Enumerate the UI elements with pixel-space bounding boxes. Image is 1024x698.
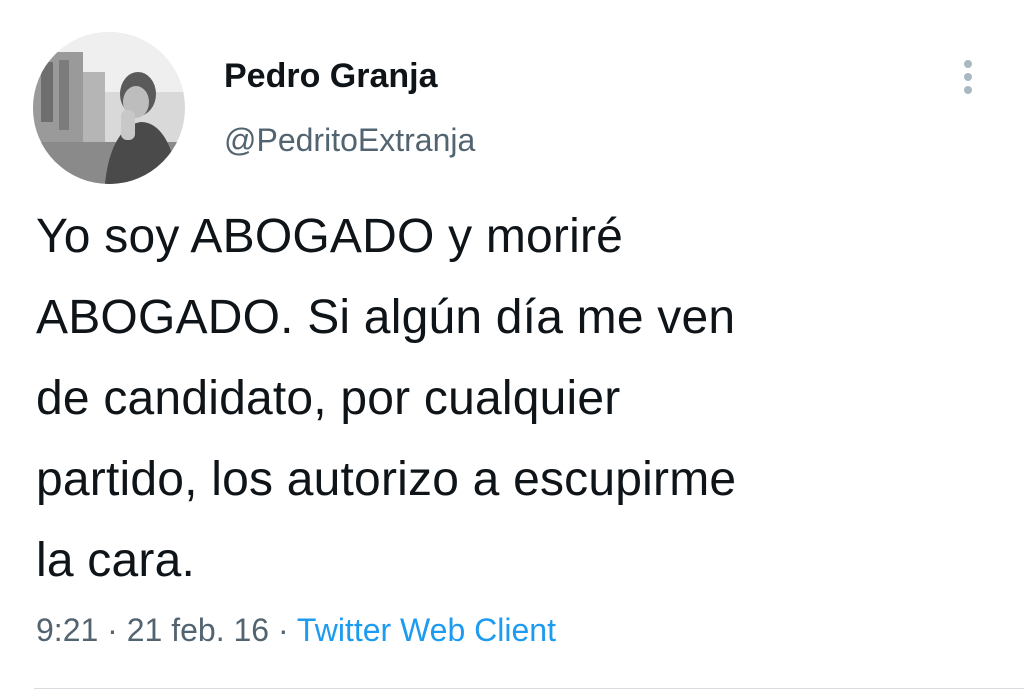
tweet-text-line: partido, los autorizo a escupirme	[36, 453, 737, 506]
meta-separator: ·	[107, 612, 118, 648]
tweet-text-line: la cara.	[36, 534, 196, 587]
tweet-time[interactable]: 9:21	[36, 612, 98, 648]
meta-separator: ·	[277, 612, 289, 648]
tweet-source-link[interactable]: Twitter Web Client	[297, 612, 556, 648]
vertical-ellipsis-icon	[964, 60, 972, 68]
avatar-photo	[33, 32, 185, 184]
tweet-text-line: ABOGADO. Si algún día me ven	[36, 291, 736, 344]
tweet-text-line: de candidato, por cualquier	[36, 372, 621, 425]
tweet-text-line: Yo soy ABOGADO y moriré	[36, 210, 624, 263]
tweet-date[interactable]: 21 feb. 16	[127, 612, 269, 648]
tweet-card: Pedro Granja @PedritoExtranja Yo soy ABO…	[0, 0, 1024, 698]
avatar[interactable]	[33, 32, 185, 184]
vertical-ellipsis-icon	[964, 73, 972, 81]
tweet-meta: 9:21 · 21 feb. 16 · Twitter Web Client	[36, 608, 556, 652]
more-options-button[interactable]	[952, 54, 984, 100]
vertical-ellipsis-icon	[964, 86, 972, 94]
tweet-text: Yo soy ABOGADO y moriré ABOGADO. Si algú…	[36, 196, 996, 601]
author-handle[interactable]: @PedritoExtranja	[224, 120, 475, 160]
divider	[34, 688, 1024, 689]
author-display-name[interactable]: Pedro Granja	[224, 56, 438, 96]
